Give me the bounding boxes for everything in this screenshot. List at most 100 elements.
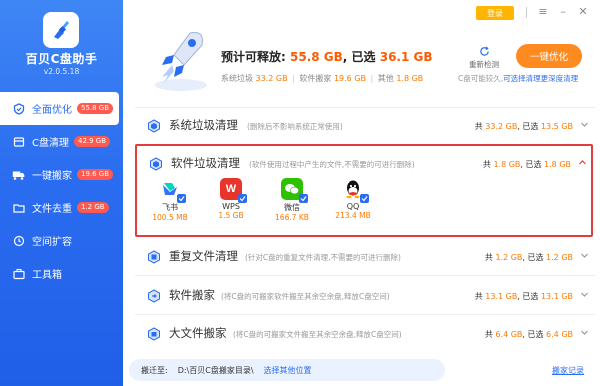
sidebar-item-label: 全面优化 (32, 105, 72, 116)
row-stats: 共 6.4 GB, 已选 6.4 GB (485, 329, 573, 340)
recheck-button[interactable]: 重新检测 (464, 46, 504, 70)
app-name: WPS (222, 202, 240, 211)
other-value: 1.8 GB (396, 74, 424, 83)
checkbox-checked-icon[interactable] (177, 194, 186, 203)
system-trash-icon (148, 119, 160, 133)
size-badge: 42.9 GB (73, 136, 111, 147)
duplicate-icon (148, 250, 160, 264)
selected-prefix: , 已选 (517, 292, 539, 301)
sidebar-item-c-clean[interactable]: C盘清理 42.9 GB (0, 125, 123, 158)
row-desc: (软件使用过程中产生的文件,不需要的可进行删除) (249, 160, 415, 169)
releasable-total: 55.8 GB (290, 50, 343, 64)
total-prefix: 共 (474, 292, 483, 301)
menu-icon[interactable]: ≡ (536, 5, 550, 18)
category-row[interactable]: 大文件搬家 (将C盘的可搬家文件搬至其余空余盘,释放C盘空间) 共 6.4 GB… (135, 320, 595, 348)
app-item-wps[interactable]: W WPS 1.5 GB (206, 178, 256, 220)
hint-text: C盘可能较久, (458, 74, 504, 83)
divider (135, 107, 595, 108)
chevron-up-icon[interactable] (578, 158, 587, 167)
app-version: v2.0.5.18 (43, 67, 80, 76)
sidebar-item-expand[interactable]: 空间扩容 (0, 224, 123, 257)
summary-prefix: 预计可释放: (221, 50, 286, 64)
row-total: 1.2 GB (495, 253, 523, 262)
app-item-qq[interactable]: QQ 213.4 MB (328, 178, 378, 220)
move-record-link[interactable]: 搬家记录 (552, 365, 584, 376)
row-title: 软件垃圾清理 (171, 156, 240, 170)
toolbox-icon (12, 267, 25, 280)
checkbox-checked-icon[interactable] (238, 194, 247, 203)
checkbox-checked-icon[interactable] (299, 194, 308, 203)
category-row[interactable]: 软件垃圾清理 (软件使用过程中产生的文件,不需要的可进行删除) 共 1.8 GB… (137, 150, 591, 178)
total-prefix: 共 (484, 330, 493, 339)
move-destination-bar: 搬迁至: D:\百贝C盘搬家目录\ 选择其他位置 (129, 359, 445, 381)
app-size: 100.5 MB (152, 213, 188, 222)
row-selected: 6.4 GB (546, 330, 573, 339)
rocket-illustration-icon (155, 32, 207, 91)
app-size: 166.7 KB (275, 213, 309, 222)
row-total: 6.4 GB (495, 330, 523, 339)
row-desc: (删除后不影响系统正常使用) (247, 122, 343, 131)
row-desc: (针对C盘的重复文件清理,不需要的可进行删除) (245, 253, 401, 262)
bigfile-move-icon (148, 327, 160, 341)
category-row[interactable]: 重复文件清理 (针对C盘的重复文件清理,不需要的可进行删除) 共 1.2 GB,… (135, 243, 595, 271)
row-title: 大文件搬家 (169, 326, 227, 340)
qq-icon (342, 178, 369, 203)
app-logo (43, 12, 79, 48)
row-title: 系统垃圾清理 (169, 118, 238, 132)
total-prefix: 共 (484, 253, 493, 262)
category-row[interactable]: 软件搬家 (将C盘的可搬家软件搬至其余空余盘,释放C盘空间) 共 13.1 GB… (135, 282, 595, 310)
move-label: 软件搬家 (299, 74, 332, 83)
total-prefix: 共 (474, 122, 483, 131)
one-click-optimize-button[interactable]: 一键优化 (516, 44, 582, 68)
app-name: 微信 (284, 203, 300, 212)
close-icon[interactable]: ✕ (576, 5, 590, 18)
sidebar-item-label: 一键搬家 (32, 171, 72, 182)
chevron-down-icon[interactable] (580, 290, 589, 299)
deep-clean-hint: C盘可能较久,可选择清理更深度清理 (458, 73, 578, 84)
category-row[interactable]: 系统垃圾清理 (删除后不影响系统正常使用) 共 33.2 GB, 已选 13.5… (135, 112, 595, 140)
move-value: 19.6 GB (333, 74, 366, 83)
row-stats: 共 1.8 GB, 已选 1.8 GB (483, 159, 571, 170)
checkbox-checked-icon[interactable] (360, 194, 369, 203)
sidebar-item-full-optimize[interactable]: 全面优化 55.8 GB (0, 92, 119, 125)
sidebar: 百贝C盘助手 v2.0.5.18 全面优化 55.8 GB C盘清理 42.9 … (0, 0, 123, 386)
chevron-down-icon[interactable] (580, 251, 589, 260)
summary-mid: , 已选 (342, 50, 376, 64)
shield-icon (12, 102, 25, 115)
wps-icon: W (220, 178, 247, 203)
row-title: 软件搬家 (169, 288, 215, 302)
row-total: 33.2 GB (485, 122, 518, 131)
sidebar-item-toolbox[interactable]: 工具箱 (0, 257, 123, 290)
row-desc: (将C盘的可搬家文件搬至其余空余盘,释放C盘空间) (233, 330, 402, 339)
app-size: 213.4 MB (335, 211, 371, 220)
selected-prefix: , 已选 (517, 122, 539, 131)
chevron-down-icon[interactable] (580, 328, 589, 337)
login-button[interactable]: 登录 (476, 6, 514, 20)
size-badge: 19.6 GB (77, 169, 114, 180)
total-prefix: 共 (482, 160, 491, 169)
app-item-feishu[interactable]: 飞书 100.5 MB (145, 178, 195, 222)
app-name: 百贝C盘助手 (25, 52, 98, 66)
size-badge: 55.8 GB (77, 103, 114, 114)
move-to-label: 搬迁至: (141, 365, 168, 375)
sidebar-item-dedup[interactable]: 文件去重 1.2 GB (0, 191, 123, 224)
deep-clean-link[interactable]: 可选择清理更深度清理 (503, 74, 578, 83)
move-path: D:\百贝C盘搬家目录\ (177, 365, 254, 375)
sidebar-item-one-click-move[interactable]: 一键搬家 19.6 GB (0, 158, 123, 191)
sidebar-item-label: 文件去重 (32, 204, 72, 215)
row-stats: 共 33.2 GB, 已选 13.5 GB (475, 121, 573, 132)
summary-breakdown: 系统垃圾 33.2 GB | 软件搬家 19.6 GB | 其他 1.8 GB (221, 73, 423, 84)
choose-other-location-link[interactable]: 选择其他位置 (264, 365, 312, 376)
footer: 搬迁至: D:\百贝C盘搬家目录\ 选择其他位置 搬家记录 (123, 356, 600, 386)
row-selected: 1.8 GB (544, 160, 571, 169)
selected-prefix: , 已选 (520, 160, 542, 169)
app-item-wechat[interactable]: 微信 166.7 KB (267, 178, 317, 222)
broom-icon (12, 135, 25, 148)
minimize-icon[interactable]: – (556, 5, 570, 18)
app-list: 飞书 100.5 MB W WPS 1.5 GB 微信 166.7 KB QQ (137, 178, 591, 234)
separator: | (292, 74, 295, 83)
app-size: 1.5 GB (218, 211, 244, 220)
row-total: 13.1 GB (485, 292, 518, 301)
row-selected: 13.5 GB (540, 122, 573, 131)
chevron-down-icon[interactable] (580, 120, 589, 129)
